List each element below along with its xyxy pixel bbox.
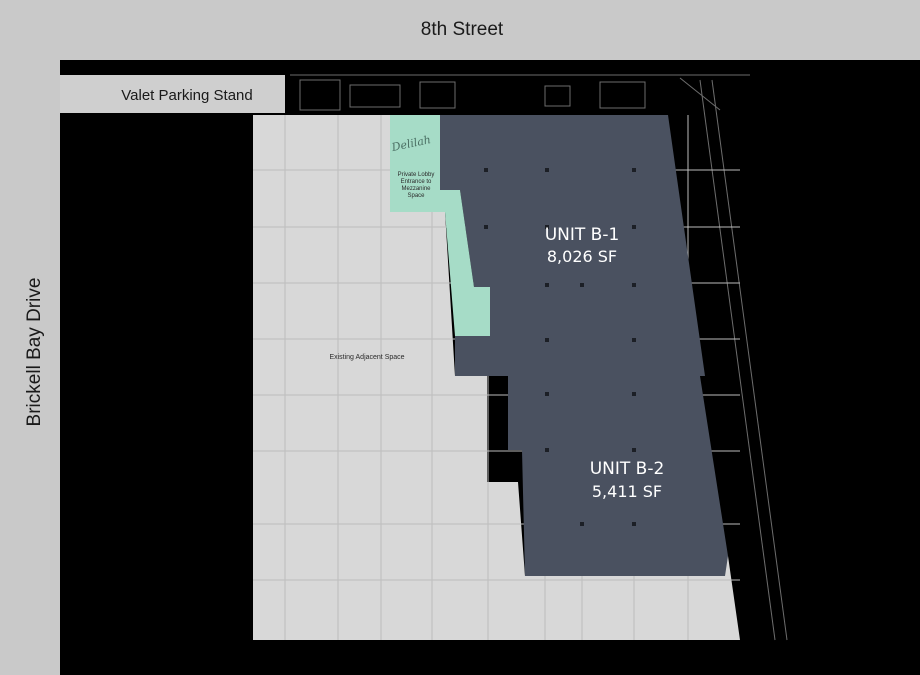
unit-b2-name: UNIT B-2 (590, 459, 665, 479)
lobby-label-line-4: Space (407, 193, 425, 199)
valet-label: Valet Parking Stand (121, 87, 252, 104)
site-plan: 8th Street Brickell Bay Drive Valet Park… (24, 19, 920, 675)
unit-b1-area-label: 8,026 SF (547, 247, 617, 266)
lobby-label-line-1: Private Lobby (398, 172, 435, 178)
adjacent-space-label: Existing Adjacent Space (329, 354, 404, 361)
unit-b2-area-label: 5,411 SF (592, 482, 662, 501)
street-top-label: 8th Street (421, 19, 504, 40)
lobby-label-line-2: Entrance to (401, 179, 432, 185)
street-left-label: Brickell Bay Drive (24, 278, 45, 427)
unit-b1-name: UNIT B-1 (545, 225, 620, 245)
lobby-label-line-3: Mezzanine (401, 186, 431, 192)
unit-b1-area[interactable] (440, 115, 705, 376)
